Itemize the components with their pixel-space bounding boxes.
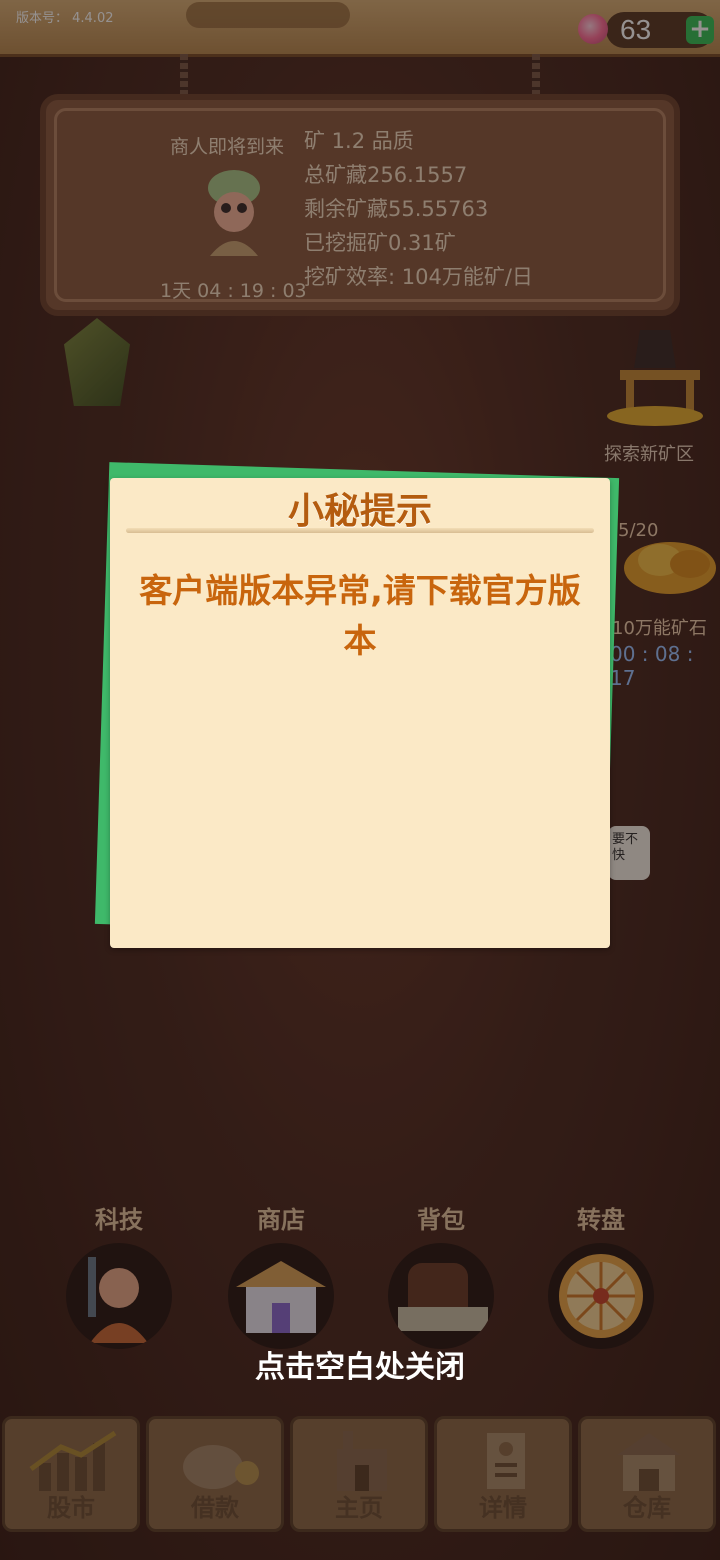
tap-to-close-hint[interactable]: 点击空白处关闭 — [0, 1342, 720, 1386]
modal-divider — [126, 528, 594, 533]
tip-modal: 小秘提示 客户端版本异常,请下载官方版本 — [110, 478, 610, 948]
modal-title: 小秘提示 — [287, 491, 432, 532]
modal-message: 客户端版本异常,请下载官方版本 — [139, 571, 581, 660]
